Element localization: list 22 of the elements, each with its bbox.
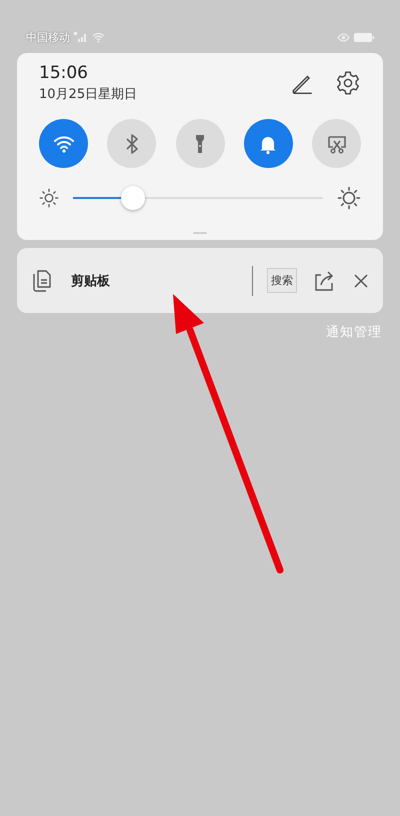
search-button[interactable]: 搜索 [267,268,297,293]
notification-title: 剪贴板 [71,272,110,290]
slider-thumb[interactable] [121,186,145,210]
screenshot-toggle[interactable] [312,119,361,168]
documents-icon [31,268,53,292]
battery-icon [354,32,374,42]
bluetooth-toggle[interactable] [107,119,156,168]
brightness-low-icon [39,188,59,208]
signal-icon [74,32,88,42]
settings-icon[interactable] [335,70,361,96]
drag-handle[interactable] [193,232,207,234]
share-icon[interactable] [313,270,335,292]
notification-card[interactable]: 剪贴板 搜索 [17,248,383,313]
flashlight-toggle[interactable] [176,119,224,168]
brightness-high-icon [337,186,361,210]
eye-icon [337,32,350,42]
bell-toggle[interactable] [244,119,293,168]
clock-time: 15:06 [39,63,89,83]
wifi-icon [92,32,105,42]
wifi-toggle[interactable] [39,119,88,168]
close-icon[interactable] [353,272,369,288]
date-label: 10月25日星期日 [39,86,138,103]
